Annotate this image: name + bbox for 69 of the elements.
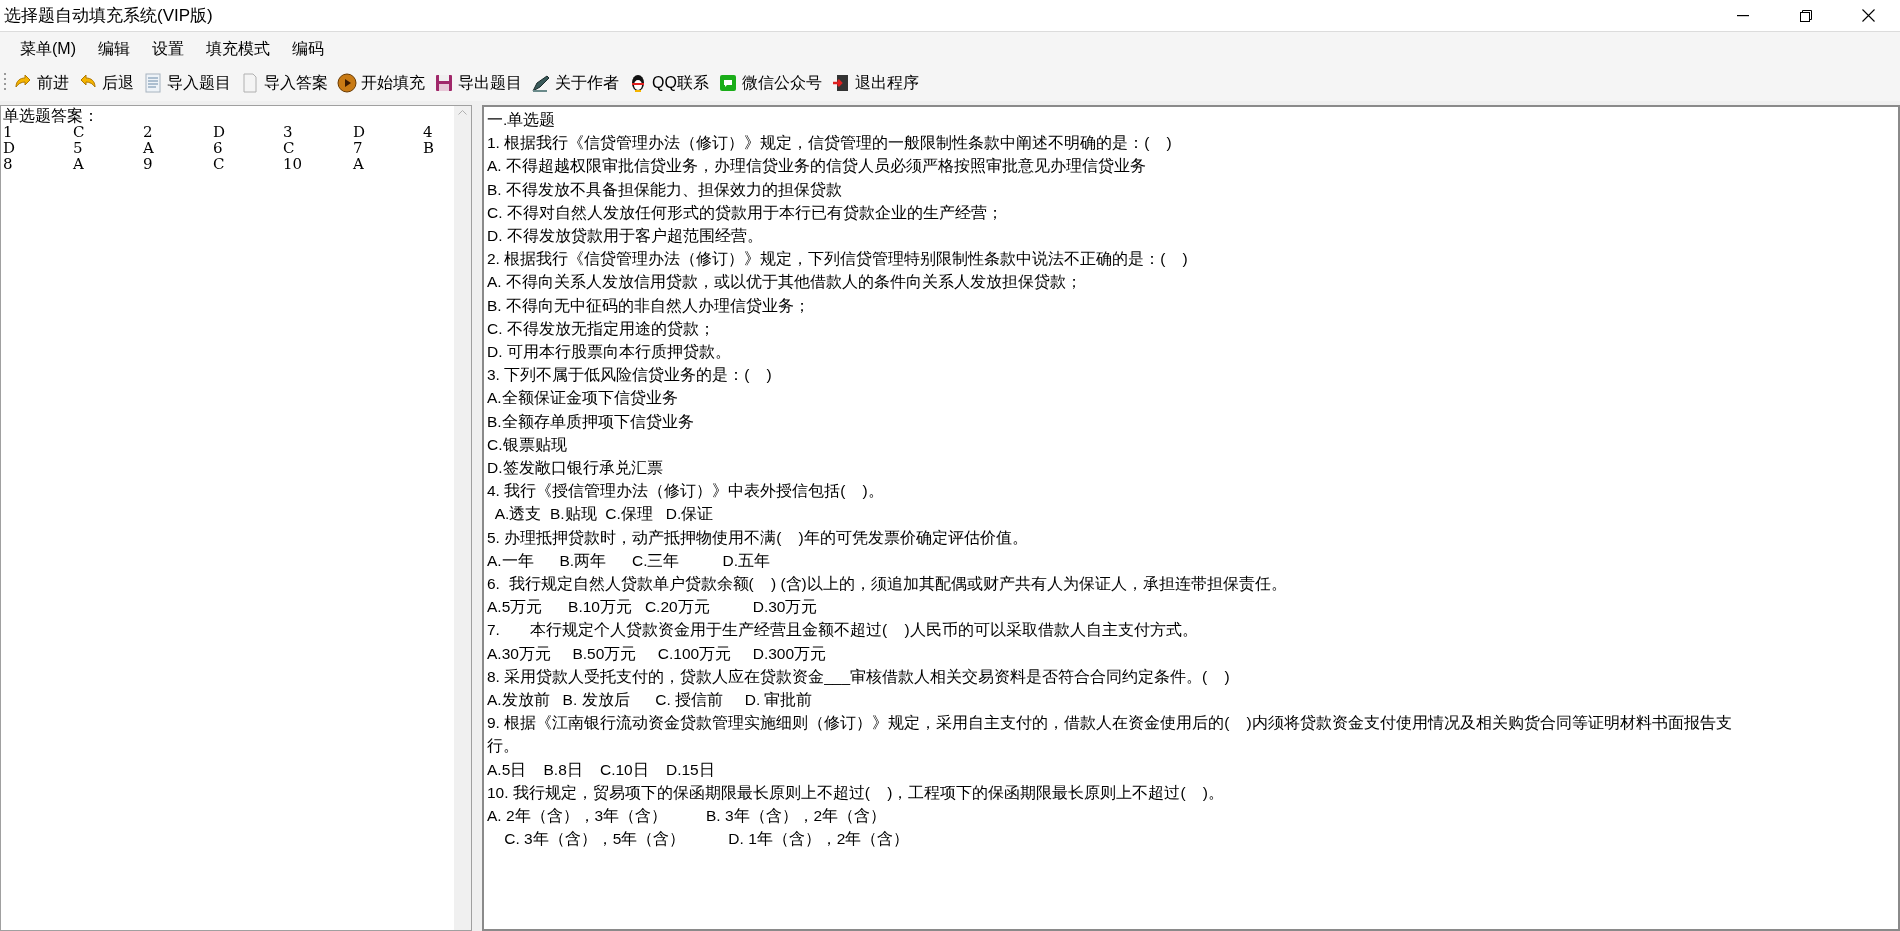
question-text-line: D. 不得发放贷款用于客户超范围经营。 xyxy=(487,227,763,244)
toolbar-button[interactable]: 后退 xyxy=(75,68,137,98)
answer-cell: D xyxy=(3,139,16,157)
question-text-line: A. 不得向关系人发放信用贷款，或以优于其他借款人的条件向关系人发放担保贷款； xyxy=(487,273,1082,291)
question-text-line: B.全额存单质押项下信贷业务 xyxy=(487,412,694,430)
question-text-line: A.5万元 B.10万元 C.20万元 D.30万元 xyxy=(487,598,818,616)
toolbar-button[interactable]: 微信公众号 xyxy=(714,68,825,98)
answer-cell: A xyxy=(353,155,364,173)
question-text-line: D.签发敞口银行承兑汇票 xyxy=(487,459,663,477)
toolbar-button[interactable]: 前进 xyxy=(10,68,72,98)
answer-cell: 10 xyxy=(283,155,303,173)
answer-cell: C xyxy=(283,139,295,157)
question-text-line: 3. 下列不属于低风险信贷业务的是：( ) xyxy=(487,366,772,384)
toolbar-button[interactable]: 导出题目 xyxy=(431,68,525,98)
question-text-line: C. 不得对自然人发放任何形式的贷款用于本行已有贷款企业的生产经营； xyxy=(487,203,1003,221)
question-text-line: 2. 根据我行《信贷管理办法（修订）》规定，下列信贷管理特别限制性条款中说法不正确的是：( ) xyxy=(487,250,1188,268)
question-text-line: A.30万元 B.50万元 C.100万元 D.300万元 xyxy=(487,644,827,662)
answer-cell: 9 xyxy=(143,155,153,173)
question-text-line: A. 2年（含），3年（含） B. 3年（含），2年（含） xyxy=(487,807,887,825)
answer-cell: 6 xyxy=(213,139,223,157)
question-text-line: C. 3年（含），5年（含） D. 1年（含），2年（含） xyxy=(503,830,910,848)
menu-item[interactable]: 编码 xyxy=(281,35,335,62)
answer-cell: D xyxy=(353,123,366,141)
question-text-line: 行。 xyxy=(487,737,519,755)
toolbar-button[interactable]: 开始填充 xyxy=(334,68,428,98)
question-text-line: B. 不得发放不具备担保能力、担保效力的担保贷款 xyxy=(487,180,842,198)
menu-item[interactable]: 设置 xyxy=(141,35,195,62)
question-text-line: A.发放前 B. 发放后 C. 授信前 D. 审批前 xyxy=(487,691,813,709)
question-text-line: B. 不得向无中征码的非自然人办理信贷业务； xyxy=(487,296,810,314)
question-text-line: 6. 我行规定自然人贷款单户贷款余额( ) (含)以上的，须追加其配偶或财产共有人为保证人，承担连带担保责任。 xyxy=(487,575,1287,593)
menu-item[interactable]: 编辑 xyxy=(87,35,141,62)
question-text-line: 7. 本行规定个人贷款资金用于生产经营且金额不超过( )人民币的可以采取借款人自主支付方式。 xyxy=(487,621,1198,639)
question-text-line: A.一年 B.两年 C.三年 D.五年 xyxy=(487,551,771,569)
answer-cell: 1 xyxy=(3,123,13,141)
answer-cell: A xyxy=(143,139,154,157)
answer-cell: 8 xyxy=(3,155,13,173)
answer-cell: 5 xyxy=(73,139,83,157)
question-text-line: 5. 办理抵押贷款时，动产抵押物使用不满( )年的可凭发票价确定评估价值。 xyxy=(487,528,1028,546)
question-text-line: C. 不得发放无指定用途的贷款； xyxy=(487,319,715,337)
answer-cell: 2 xyxy=(143,123,153,141)
answer-cell: 4 xyxy=(423,123,433,141)
question-text-line: 4. 我行《授信管理办法（修订）》中表外授信包括( )。 xyxy=(487,482,884,500)
question-text-line: 1. 根据我行《信贷管理办法（修订）》规定，信贷管理的一般限制性条款中阐述不明确的是：( ) xyxy=(487,134,1172,152)
question-text-line: C.银票贴现 xyxy=(487,435,567,453)
question-text-line: A.5日 B.8日 C.10日 D.15日 xyxy=(487,760,715,778)
answer-cell: A xyxy=(73,155,84,173)
question-text-line: A. 不得超越权限审批信贷业务，办理信贷业务的信贷人员必须严格按照审批意见办理信贷业务 xyxy=(487,157,1146,175)
question-text-line: A.透支 B.贴现 C.保理 D.保证 xyxy=(493,505,714,523)
toolbar-button[interactable]: 退出程序 xyxy=(827,68,922,98)
question-text-line: 9. 根据《江南银行流动资金贷款管理实施细则（修订）》规定，采用自主支付的，借款人在资金使用后的( )内须将贷款资金支付使用情况及相关购货合同等证明材料书面报告支 xyxy=(487,714,1732,732)
answer-cell: D xyxy=(213,123,226,141)
question-text-line: D. 可用本行股票向本行质押贷款。 xyxy=(487,343,731,361)
answer-cell: B xyxy=(423,139,435,157)
question-text-line: 10. 我行规定，贸易项下的保函期限最长原则上不超过( )，工程项下的保函期限最长原则上不超过( )。 xyxy=(487,783,1224,801)
menu-item[interactable]: 菜单(M) xyxy=(9,35,87,62)
answer-cell: 7 xyxy=(353,139,363,157)
answer-cell: C xyxy=(73,123,85,141)
window-title: 选择题自动填充系统(VIP版) xyxy=(3,4,213,27)
toolbar-button[interactable]: QQ联系 xyxy=(625,68,712,98)
question-text-line: 8. 采用贷款人受托支付的，贷款人应在贷款资金___审核借款人相关交易资料是否符合合同约定条件。( ) xyxy=(487,667,1230,685)
toolbar-button[interactable]: 导入题目 xyxy=(140,68,234,98)
toolbar-button[interactable]: 关于作者 xyxy=(528,68,622,98)
toolbar-button[interactable]: 导入答案 xyxy=(237,68,331,98)
answer-cell: C xyxy=(213,155,225,173)
question-text-line: A.全额保证金项下信贷业务 xyxy=(487,389,678,407)
menu-item[interactable]: 填充模式 xyxy=(195,35,281,62)
question-text-line: 一.单选题 xyxy=(487,111,556,128)
answers-heading: 单选题答案： xyxy=(3,107,99,124)
answer-cell: 3 xyxy=(283,123,293,141)
